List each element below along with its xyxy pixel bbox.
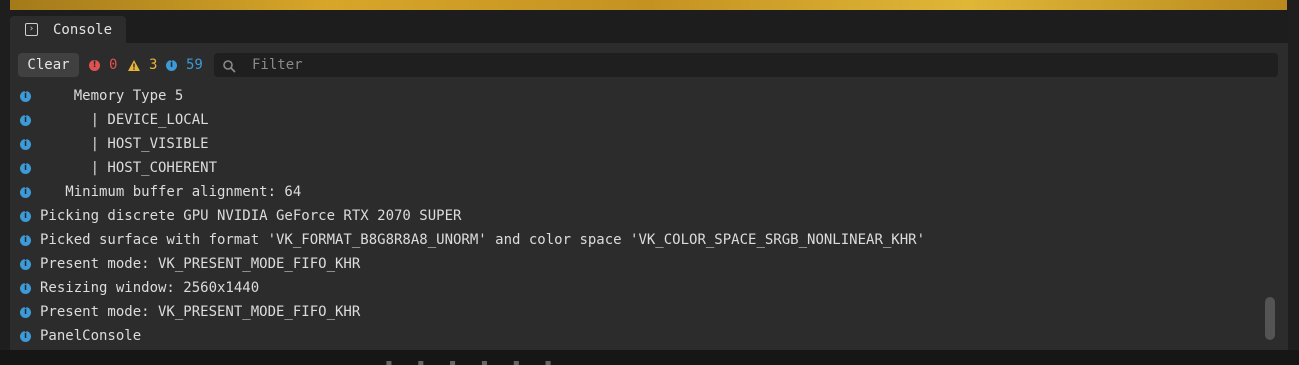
warning-filter-toggle[interactable]: 3 [128,53,157,77]
filter-box [214,53,1278,77]
error-filter-toggle[interactable]: ! 0 [89,53,117,77]
log-entry-text: | DEVICE_LOCAL [40,112,209,128]
log-entry-text: | HOST_COHERENT [40,160,218,176]
status-strip: ▪ ▪ ▪ ▪ ▪ ▪ [0,350,1299,365]
log-entry[interactable]: i Picking discrete GPU NVIDIA GeForce RTX… [10,204,1260,228]
hint-placeholder: ▪ [512,356,521,365]
tab-console[interactable]: › Console [10,16,126,43]
log-entry-text: Minimum buffer alignment: 64 [40,184,302,200]
log-entry[interactable]: i Resizing window: 2560x1440 [10,276,1260,300]
hint-placeholder: ▪ [385,356,393,365]
console-toolbar: Clear ! 0 3 i 59 [18,53,1278,77]
error-count: 0 [109,57,118,73]
info-icon: i [20,114,31,126]
warning-icon [128,59,140,71]
log-entry[interactable]: i Memory Type 5 [10,84,1260,108]
info-icon: i [20,258,31,270]
search-icon [223,60,236,73]
log-entry[interactable]: i Picked surface with format 'VK_FORMAT_B… [10,228,1260,252]
info-icon: i [20,306,31,318]
error-icon: ! [89,59,100,71]
console-panel: › Console Clear ! 0 3 i 59 Filter i Memo… [10,10,1288,350]
info-icon: i [20,162,31,174]
log-entry-text: Present mode: VK_PRESENT_MODE_FIFO_KHR [40,256,361,272]
log-entry-text: PanelConsole [40,328,142,344]
log-entry[interactable]: i Present mode: VK_PRESENT_MODE_FIFO_KHR [10,300,1260,324]
hint-placeholder: ▪ [544,356,552,365]
info-icon: i [166,59,177,71]
clear-button[interactable]: Clear [18,53,79,77]
log-entry-text: Picking discrete GPU NVIDIA GeForce RTX … [40,208,462,224]
log-entry-text: Picked surface with format 'VK_FORMAT_B8… [40,232,926,248]
tab-bar: › Console [10,10,1288,43]
log-entry[interactable]: i | HOST_VISIBLE [10,132,1260,156]
hint-placeholder: ▪ [448,356,457,365]
viewport-strip [10,0,1287,10]
log-entry-text: | HOST_VISIBLE [40,136,209,152]
log-entry[interactable]: i | DEVICE_LOCAL [10,108,1260,132]
log-entry[interactable]: i | HOST_COHERENT [10,156,1260,180]
info-icon: i [20,138,31,150]
info-icon: i [20,330,31,342]
tab-console-label: Console [53,21,113,38]
info-count: 59 [186,57,203,73]
log-entry-text: Present mode: VK_PRESENT_MODE_FIFO_KHR [40,304,361,320]
info-icon: i [20,186,31,198]
info-icon: i [20,90,31,102]
info-icon: i [20,282,31,294]
log-entry[interactable]: i PanelConsole [10,324,1260,348]
log-entry-text: Resizing window: 2560x1440 [40,280,260,296]
hint-placeholder: ▪ [480,356,489,365]
log-entry[interactable]: i Present mode: VK_PRESENT_MODE_FIFO_KHR [10,252,1260,276]
info-icon: i [20,210,31,222]
hint-placeholder: ▪ [416,356,425,365]
warning-count: 3 [149,57,158,73]
console-log: i Memory Type 5i | DEVICE_LOCAL i | HOST_… [10,84,1260,350]
log-entry-text: Memory Type 5 [40,88,184,104]
status-hints: ▪ ▪ ▪ ▪ ▪ ▪ [385,356,552,365]
filter-input[interactable] [252,53,1262,77]
info-filter-toggle[interactable]: i 59 [166,53,203,77]
log-scrollbar[interactable] [1265,297,1275,340]
terminal-icon: › [25,23,38,36]
log-entry[interactable]: i Minimum buffer alignment: 64 [10,180,1260,204]
info-icon: i [20,234,31,246]
